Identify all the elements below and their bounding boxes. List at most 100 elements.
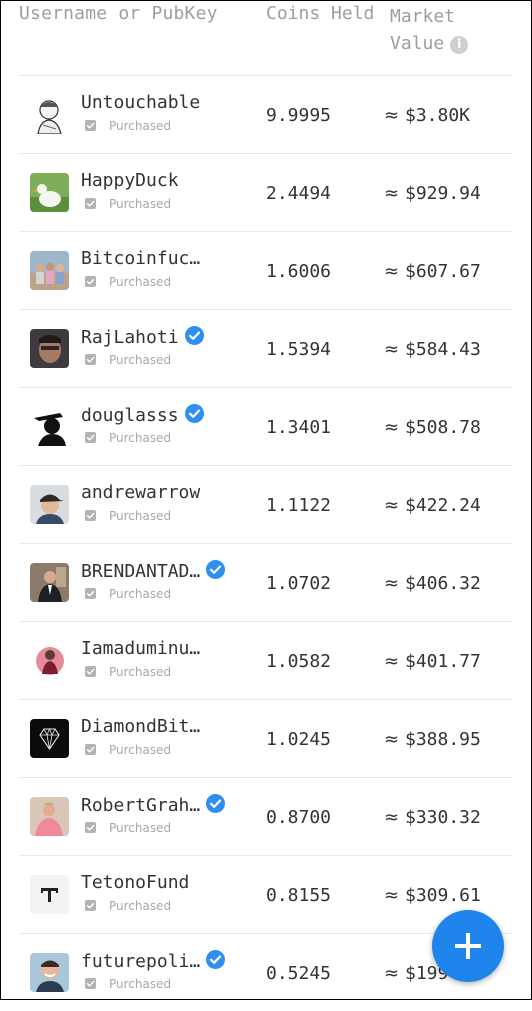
purchased-status: Purchased — [85, 821, 171, 835]
market-value-label-line2: Value — [390, 33, 445, 54]
verified-badge-icon — [184, 404, 204, 423]
holder-row[interactable]: Bitcoinfuc… Purchased 1.6006 ≈ $607.67 — [19, 231, 513, 309]
purchased-status: Purchased — [85, 275, 171, 289]
purchased-status: Purchased — [85, 431, 171, 445]
holder-row[interactable]: RobertGrah… Purchased 0.8700 ≈ $330.32 — [19, 777, 513, 855]
suit-photo-avatar[interactable] — [30, 563, 69, 602]
username-text: futurepoli… — [81, 951, 201, 972]
purchased-status: Purchased — [85, 509, 171, 523]
purchased-label: Purchased — [109, 821, 172, 835]
coins-held-value: 0.5245 — [266, 963, 332, 984]
market-value: $508.78 — [405, 417, 481, 438]
market-value: $607.67 — [405, 261, 481, 282]
purchased-label: Purchased — [109, 899, 172, 913]
approx-symbol: ≈ — [384, 963, 400, 984]
checkbox-icon — [85, 666, 96, 677]
holder-row[interactable]: Untouchable Purchased 9.9995 ≈ $3.80K — [19, 75, 513, 153]
approx-symbol: ≈ — [384, 339, 400, 360]
group-photo-avatar[interactable] — [30, 251, 69, 290]
holder-row[interactable]: BRENDANTAD… Purchased 1.0702 ≈ $406.32 — [19, 543, 513, 621]
username-text: Iamaduminu… — [81, 638, 201, 659]
holder-row[interactable]: Iamaduminu… Purchased 1.0582 ≈ $401.77 — [19, 621, 513, 699]
t-logo-avatar[interactable] — [30, 875, 69, 914]
diamond-avatar[interactable] — [30, 719, 69, 758]
verified-badge-icon — [206, 560, 226, 579]
holder-row[interactable]: HappyDuck Purchased 2.4494 ≈ $929.94 — [19, 153, 513, 231]
approx-symbol: ≈ — [384, 807, 400, 828]
approx-symbol: ≈ — [384, 417, 400, 438]
sketch-avatar[interactable] — [30, 95, 69, 134]
username[interactable]: BRENDANTAD… — [81, 560, 226, 582]
checkbox-icon — [85, 978, 96, 989]
coins-held-value: 1.0702 — [266, 573, 332, 594]
username[interactable]: Untouchable — [81, 92, 200, 113]
market-value: $3.80K — [405, 105, 471, 126]
purchased-label: Purchased — [109, 275, 172, 289]
username-text: Bitcoinfuc… — [81, 248, 201, 269]
username[interactable]: andrewarrow — [81, 482, 200, 503]
coins-held-value: 2.4494 — [266, 183, 332, 204]
holder-row[interactable]: andrewarrow Purchased 1.1122 ≈ $422.24 — [19, 465, 513, 543]
username[interactable]: douglasss — [81, 404, 204, 426]
coins-held-column-header[interactable]: Coins Held — [266, 3, 374, 24]
pink-shirt-avatar[interactable] — [30, 797, 69, 836]
face-photo-avatar[interactable] — [30, 329, 69, 368]
market-value-column-header[interactable]: Market Value i — [390, 3, 469, 57]
username-text: RobertGrah… — [81, 795, 201, 816]
username[interactable]: HappyDuck — [81, 170, 179, 191]
username-text: DiamondBit… — [81, 716, 201, 737]
purchased-label: Purchased — [109, 119, 172, 133]
market-value: $388.95 — [405, 729, 481, 750]
coins-held-value: 1.0245 — [266, 729, 332, 750]
smile-photo-avatar[interactable] — [30, 953, 69, 992]
coins-held-value: 1.6006 — [266, 261, 332, 282]
coins-held-value: 1.5394 — [266, 339, 332, 360]
username-text: HappyDuck — [81, 170, 179, 191]
purchased-status: Purchased — [85, 977, 171, 991]
holder-row[interactable]: douglasss Purchased 1.3401 ≈ $508.78 — [19, 387, 513, 465]
holder-row[interactable]: RajLahoti Purchased 1.5394 ≈ $584.43 — [19, 309, 513, 387]
purchased-status: Purchased — [85, 587, 171, 601]
market-value: $422.24 — [405, 495, 481, 516]
market-value: $330.32 — [405, 807, 481, 828]
market-value: $309.61 — [405, 885, 481, 906]
purchased-label: Purchased — [109, 353, 172, 367]
checkbox-icon — [85, 900, 96, 911]
approx-symbol: ≈ — [384, 495, 400, 516]
approx-symbol: ≈ — [384, 885, 400, 906]
market-value-label-line1: Market — [390, 6, 456, 27]
approx-symbol: ≈ — [384, 729, 400, 750]
purchased-status: Purchased — [85, 665, 171, 679]
holders-list: Untouchable Purchased 9.9995 ≈ $3.80K HappyDu… — [19, 75, 513, 1011]
coins-held-value: 9.9995 — [266, 105, 332, 126]
checkbox-icon — [85, 432, 96, 443]
purchased-status: Purchased — [85, 899, 171, 913]
info-icon[interactable]: i — [450, 36, 469, 54]
checkbox-icon — [85, 588, 96, 599]
market-value: $929.94 — [405, 183, 481, 204]
username-text: Untouchable — [81, 92, 201, 113]
approx-symbol: ≈ — [384, 573, 400, 594]
market-value: $406.32 — [405, 573, 481, 594]
purchased-label: Purchased — [109, 665, 172, 679]
silhouette-avatar[interactable] — [30, 407, 69, 446]
purchased-label: Purchased — [109, 587, 172, 601]
cap-photo-avatar[interactable] — [30, 485, 69, 524]
pink-circle-avatar[interactable] — [30, 641, 69, 680]
holder-row[interactable]: DiamondBit… Purchased 1.0245 ≈ $388.95 — [19, 699, 513, 777]
add-button[interactable] — [432, 910, 504, 982]
checkbox-icon — [85, 198, 96, 209]
username[interactable]: Iamaduminu… — [81, 638, 200, 659]
username-column-header[interactable]: Username or PubKey — [19, 3, 218, 24]
username[interactable]: RajLahoti — [81, 326, 204, 348]
checkbox-icon — [85, 276, 96, 287]
username[interactable]: RobertGrah… — [81, 794, 226, 816]
username[interactable]: DiamondBit… — [81, 716, 200, 737]
username[interactable]: futurepoli… — [81, 950, 226, 972]
purchased-label: Purchased — [109, 743, 172, 757]
duck-avatar[interactable] — [30, 173, 69, 212]
approx-symbol: ≈ — [384, 651, 400, 672]
username[interactable]: TetonoFund — [81, 872, 189, 893]
username[interactable]: Bitcoinfuc… — [81, 248, 200, 269]
purchased-status: Purchased — [85, 353, 171, 367]
